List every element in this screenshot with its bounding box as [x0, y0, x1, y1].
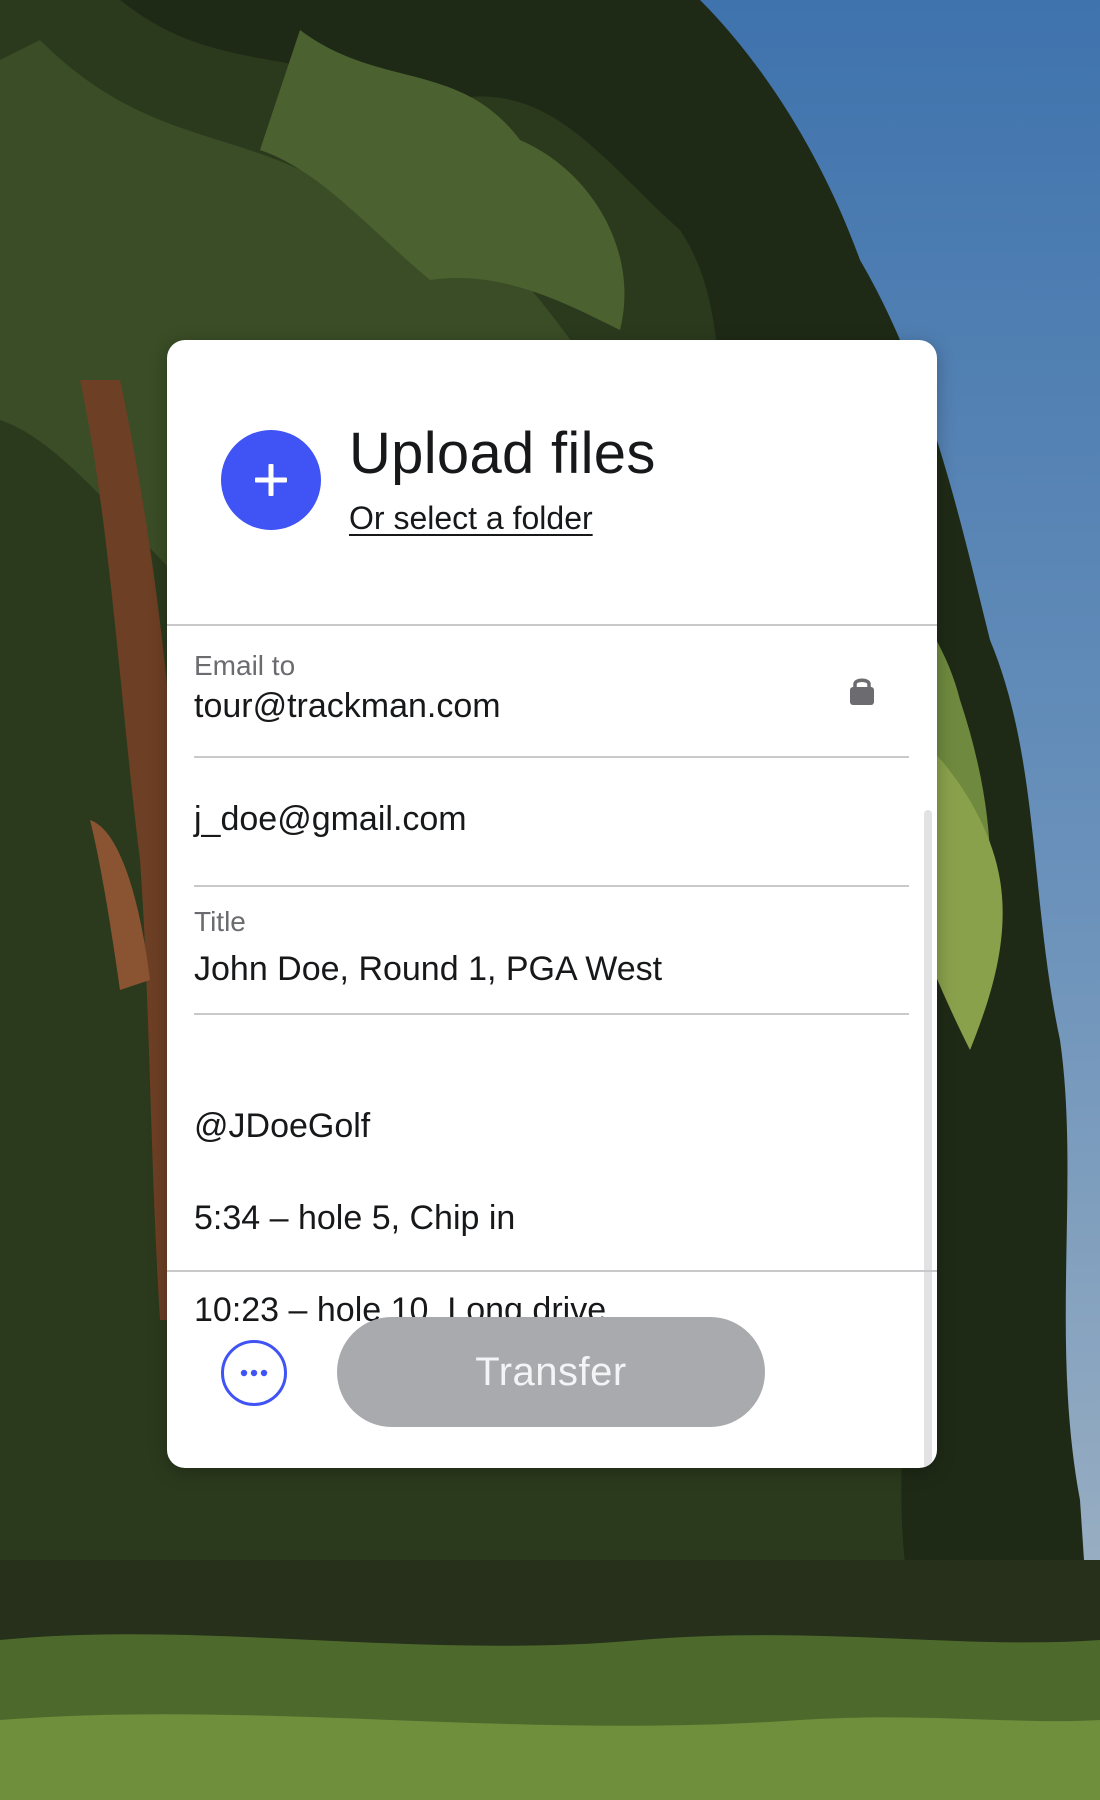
upload-files-title[interactable]: Upload files — [349, 420, 656, 487]
message-line: @JDoeGolf — [194, 1107, 371, 1145]
your-email-field[interactable]: j_doe@gmail.com — [194, 800, 467, 839]
add-files-button[interactable] — [221, 430, 321, 530]
scrollbar[interactable] — [924, 810, 932, 1468]
divider — [167, 1270, 937, 1272]
email-to-label: Email to — [194, 650, 296, 681]
transfer-button[interactable]: Transfer — [337, 1317, 765, 1427]
title-label: Title — [194, 906, 246, 937]
divider — [167, 624, 937, 626]
email-to-field[interactable]: tour@trackman.com — [194, 687, 501, 726]
plus-icon — [255, 464, 287, 496]
upload-section: Upload files Or select a folder — [167, 340, 937, 626]
transfer-panel: Upload files Or select a folder Email to… — [167, 340, 937, 1468]
divider — [194, 885, 909, 887]
message-line: 5:34 – hole 5, Chip in — [194, 1199, 516, 1237]
title-field[interactable]: John Doe, Round 1, PGA West — [194, 950, 662, 989]
background-photo: Upload files Or select a folder Email to… — [0, 0, 1100, 1800]
lock-icon — [850, 678, 874, 705]
select-folder-link[interactable]: Or select a folder — [349, 500, 593, 537]
more-options-icon — [240, 1369, 268, 1377]
divider — [194, 1013, 909, 1015]
divider — [194, 756, 909, 758]
more-options-button[interactable] — [221, 1340, 287, 1406]
